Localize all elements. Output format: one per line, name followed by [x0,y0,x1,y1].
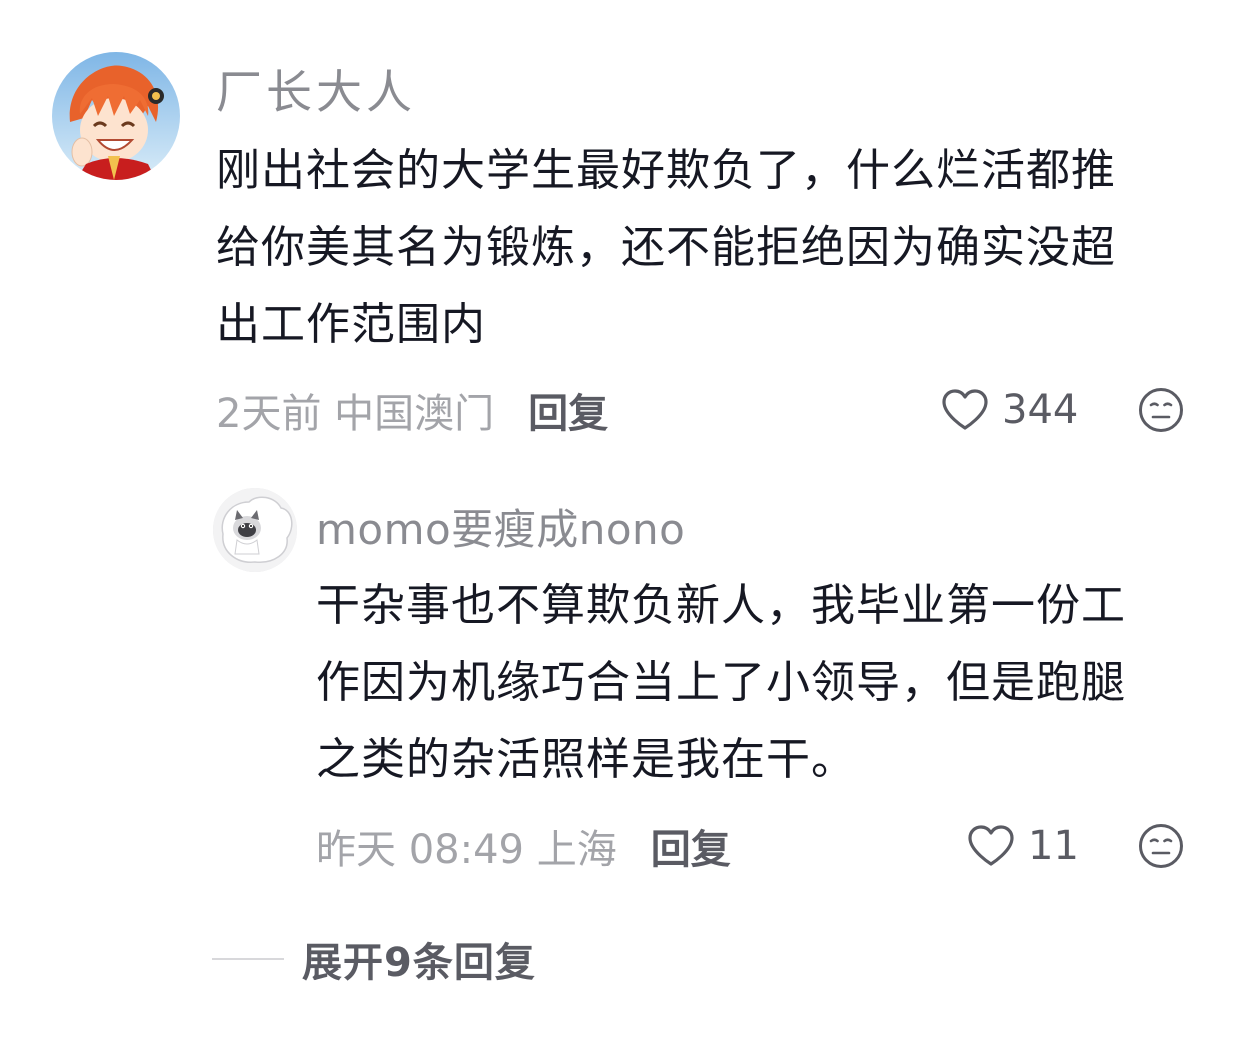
expand-replies-button[interactable]: 展开9条回复 [212,930,536,988]
comment-username[interactable]: 厂长大人 [216,56,416,122]
reply-like-button[interactable]: 11 [966,820,1079,872]
expand-replies-label: 展开9条回复 [302,940,536,986]
comment-like-button[interactable]: 344 [940,384,1078,436]
comment-text-line: 给你美其名为锻炼，还不能拒绝因为确实没超 [216,222,1116,273]
reply-like-count: 11 [1028,823,1079,869]
meh-face-icon [1139,388,1183,432]
reply-meta: 昨天 08:49 上海 回复 [316,817,731,875]
cat-avatar-icon [213,488,297,572]
reply-text-line: 干杂事也不算欺负新人，我毕业第一份工 [316,580,1126,631]
heart-outline-icon [942,389,988,430]
reply-dislike-button[interactable] [1138,823,1184,873]
reply-text: 干杂事也不算欺负新人，我毕业第一份工 作因为机缘巧合当上了小领导，但是跑腿 之类… [316,567,1216,798]
comment-dislike-button[interactable] [1138,387,1184,437]
comment-text-line: 刚出社会的大学生最好欺负了，什么烂活都推 [216,145,1116,196]
comment-like-count: 344 [1002,387,1079,433]
comment-avatar[interactable] [52,52,180,180]
expand-divider [212,958,284,960]
meh-face-icon [1139,824,1183,868]
comment-reply-button[interactable]: 回复 [528,381,608,439]
comment-meta: 2天前 中国澳门 回复 [216,381,608,439]
reply-text-line: 之类的杂活照样是我在干。 [316,734,856,785]
comment-text-line: 出工作范围内 [216,299,486,350]
heart-outline-icon [968,825,1014,866]
anime-character-avatar-icon [52,52,180,180]
comment-text: 刚出社会的大学生最好欺负了，什么烂活都推 给你美其名为锻炼，还不能拒绝因为确实没… [216,132,1216,363]
reply-avatar[interactable] [213,488,297,572]
reply-time-location: 昨天 08:49 上海 [316,827,617,873]
comment-time-location: 2天前 中国澳门 [216,391,495,437]
reply-username[interactable]: momo要瘦成nono [316,496,685,557]
reply-reply-button[interactable]: 回复 [651,817,731,875]
reply-text-line: 作因为机缘巧合当上了小领导，但是跑腿 [316,657,1126,708]
